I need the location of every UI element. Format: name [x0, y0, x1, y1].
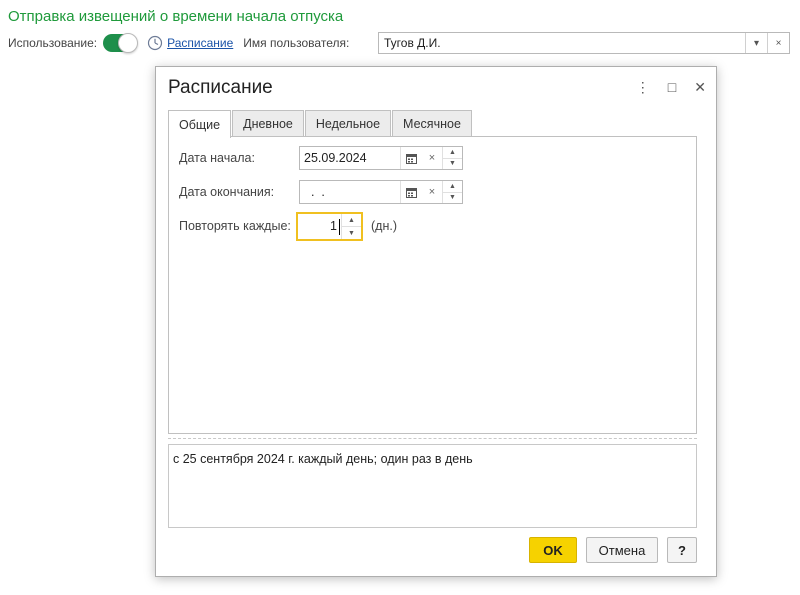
repeat-stepper[interactable]: ▲ ▼: [341, 214, 361, 239]
clear-start-date-icon[interactable]: ×: [422, 147, 442, 169]
chevron-down-icon[interactable]: ▼: [443, 157, 462, 170]
user-field[interactable]: Тугов Д.И. ▾ ×: [378, 32, 790, 54]
calendar-icon[interactable]: [400, 147, 422, 169]
cancel-button[interactable]: Отмена: [586, 537, 658, 563]
end-date-label: Дата окончания:: [179, 185, 275, 199]
close-icon[interactable]: ✕: [694, 79, 706, 95]
schedule-link[interactable]: Расписание: [167, 36, 233, 50]
repeat-unit-label: (дн.): [371, 219, 397, 233]
dropdown-icon[interactable]: ▾: [745, 33, 767, 53]
maximize-icon[interactable]: □: [668, 79, 676, 95]
usage-label: Использование:: [8, 36, 98, 50]
start-date-stepper[interactable]: ▲ ▼: [442, 147, 462, 169]
usage-toggle[interactable]: [103, 33, 139, 53]
schedule-summary: с 25 сентября 2024 г. каждый день; один …: [168, 444, 697, 528]
repeat-label: Повторять каждые:: [179, 219, 291, 233]
page-title: Отправка извещений о времени начала отпу…: [8, 8, 344, 25]
tab-daily[interactable]: Дневное: [232, 110, 304, 137]
clear-end-date-icon[interactable]: ×: [422, 181, 442, 203]
help-button[interactable]: ?: [667, 537, 697, 563]
chevron-down-icon[interactable]: ▼: [342, 226, 361, 239]
tab-monthly[interactable]: Месячное: [392, 110, 472, 137]
user-value[interactable]: Тугов Д.И.: [379, 33, 745, 53]
chevron-up-icon[interactable]: ▲: [443, 181, 462, 192]
repeat-value[interactable]: 1: [298, 214, 339, 239]
schedule-dialog: Расписание ⋮ □ ✕ Общие Дневное Недельное…: [155, 66, 717, 577]
tab-general[interactable]: Общие: [168, 110, 232, 138]
tab-bar: Общие Дневное Недельное Месячное: [168, 110, 473, 138]
tab-weekly[interactable]: Недельное: [304, 110, 392, 137]
chevron-up-icon[interactable]: ▲: [443, 147, 462, 158]
dialog-window-controls: ⋮ □ ✕: [636, 79, 706, 95]
chevron-down-icon[interactable]: ▼: [443, 191, 462, 204]
start-date-value[interactable]: 25.09.2024: [300, 147, 400, 169]
clock-icon: [147, 35, 163, 51]
general-tab-panel: Дата начала: 25.09.2024 × ▲ ▼ Дата оконча…: [168, 136, 697, 434]
start-date-field[interactable]: 25.09.2024 × ▲ ▼: [299, 146, 463, 170]
more-menu-icon[interactable]: ⋮: [636, 79, 650, 95]
toggle-knob: [118, 33, 139, 53]
start-date-label: Дата начала:: [179, 151, 255, 165]
divider: [168, 438, 697, 439]
clear-icon[interactable]: ×: [767, 33, 789, 53]
end-date-stepper[interactable]: ▲ ▼: [442, 181, 462, 203]
text-cursor: [339, 219, 340, 235]
chevron-up-icon[interactable]: ▲: [342, 214, 361, 226]
repeat-every-input[interactable]: 1 ▲ ▼: [296, 212, 363, 241]
end-date-value[interactable]: . .: [300, 181, 400, 203]
dialog-title: Расписание: [168, 77, 273, 98]
calendar-icon[interactable]: [400, 181, 422, 203]
end-date-field[interactable]: . . × ▲ ▼: [299, 180, 463, 204]
usage-row: Использование: Расписание Имя пользовате…: [8, 32, 355, 54]
ok-button[interactable]: OK: [529, 537, 577, 563]
user-label: Имя пользователя:: [243, 36, 350, 50]
